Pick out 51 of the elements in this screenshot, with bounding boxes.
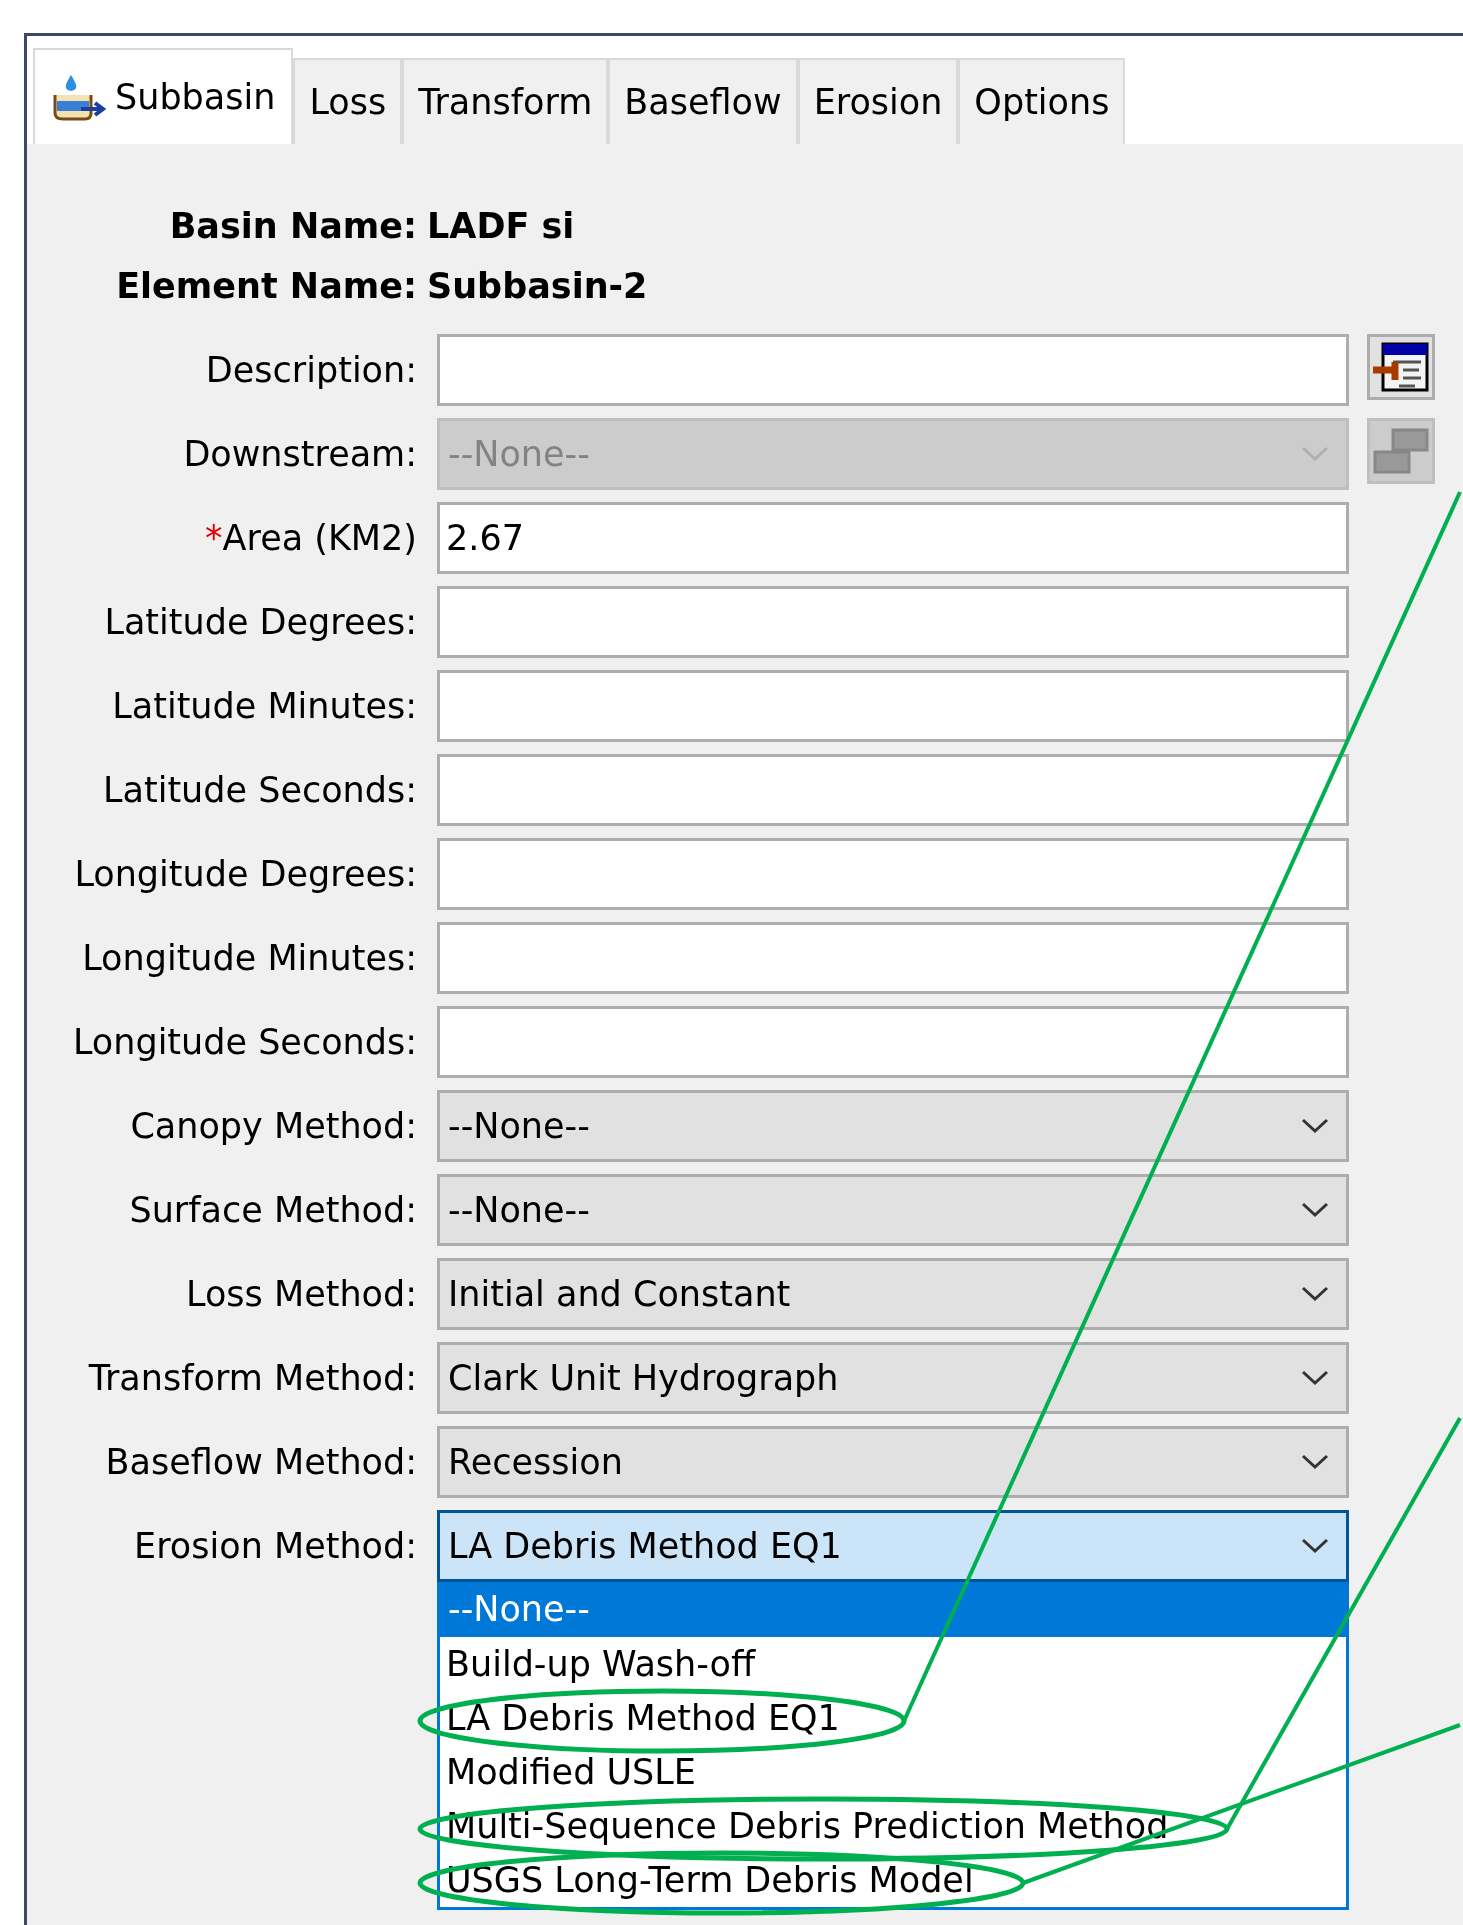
field-label: Longitude Seconds: [72,1020,417,1064]
field-label: Latitude Seconds: [103,768,417,812]
field-label: Transform Method: [88,1356,417,1400]
field-label: Latitude Minutes: [112,684,417,728]
notes-button[interactable] [1367,334,1435,400]
text-field[interactable]: 2.67 [437,502,1349,574]
dropdown[interactable]: LA Debris Method EQ1 [437,1510,1349,1582]
field-label: Surface Method: [129,1188,417,1232]
text-field[interactable] [437,670,1349,742]
text-field[interactable] [437,586,1349,658]
field-label: Loss Method: [186,1272,417,1316]
chevron-icon [1300,1537,1330,1555]
text-field[interactable] [437,922,1349,994]
required-mark: * [205,516,223,560]
dropdown-option[interactable]: --None-- [440,1582,1346,1637]
text-field[interactable] [437,334,1349,406]
tab[interactable]: Options [958,58,1126,144]
chevron-icon [1300,445,1330,463]
dropdown[interactable]: Clark Unit Hydrograph [437,1342,1349,1414]
field-label: Latitude Degrees: [104,600,417,644]
field-label: Longitude Degrees: [74,852,417,896]
tab[interactable]: Transform [402,58,609,144]
dropdown[interactable]: --None-- [437,1174,1349,1246]
chevron-icon [1300,1285,1330,1303]
tab[interactable]: Loss [293,58,403,144]
info-label: Element Name: [115,264,417,308]
basin-icon [51,73,107,121]
text-field[interactable] [437,838,1349,910]
dropdown[interactable]: Recession [437,1426,1349,1498]
info-label: Basin Name: [168,204,417,248]
dropdown[interactable]: Initial and Constant [437,1258,1349,1330]
field-label: Baseflow Method: [105,1440,417,1484]
field-label: Longitude Minutes: [82,936,417,980]
field-label: Canopy Method: [130,1104,417,1148]
field-label: Downstream: [183,432,417,476]
tab[interactable]: Baseflow [608,58,798,144]
tab[interactable]: Subbasin [33,48,294,144]
notes-icon [1373,340,1429,394]
chevron-icon [1300,1369,1330,1387]
field-label: Erosion Method: [134,1524,417,1568]
text-field[interactable] [437,754,1349,826]
text-field[interactable] [437,1006,1349,1078]
info-value: Subbasin-2 [427,264,648,308]
tab[interactable]: Erosion [797,58,959,144]
chevron-icon [1300,1117,1330,1135]
info-value: LADF si [427,204,575,248]
field-label: Description: [205,348,417,392]
chevron-icon [1300,1201,1330,1219]
dropdown[interactable]: --None-- [437,1090,1349,1162]
chevron-icon [1300,1453,1330,1471]
field-label: Area (KM2) [222,516,417,560]
